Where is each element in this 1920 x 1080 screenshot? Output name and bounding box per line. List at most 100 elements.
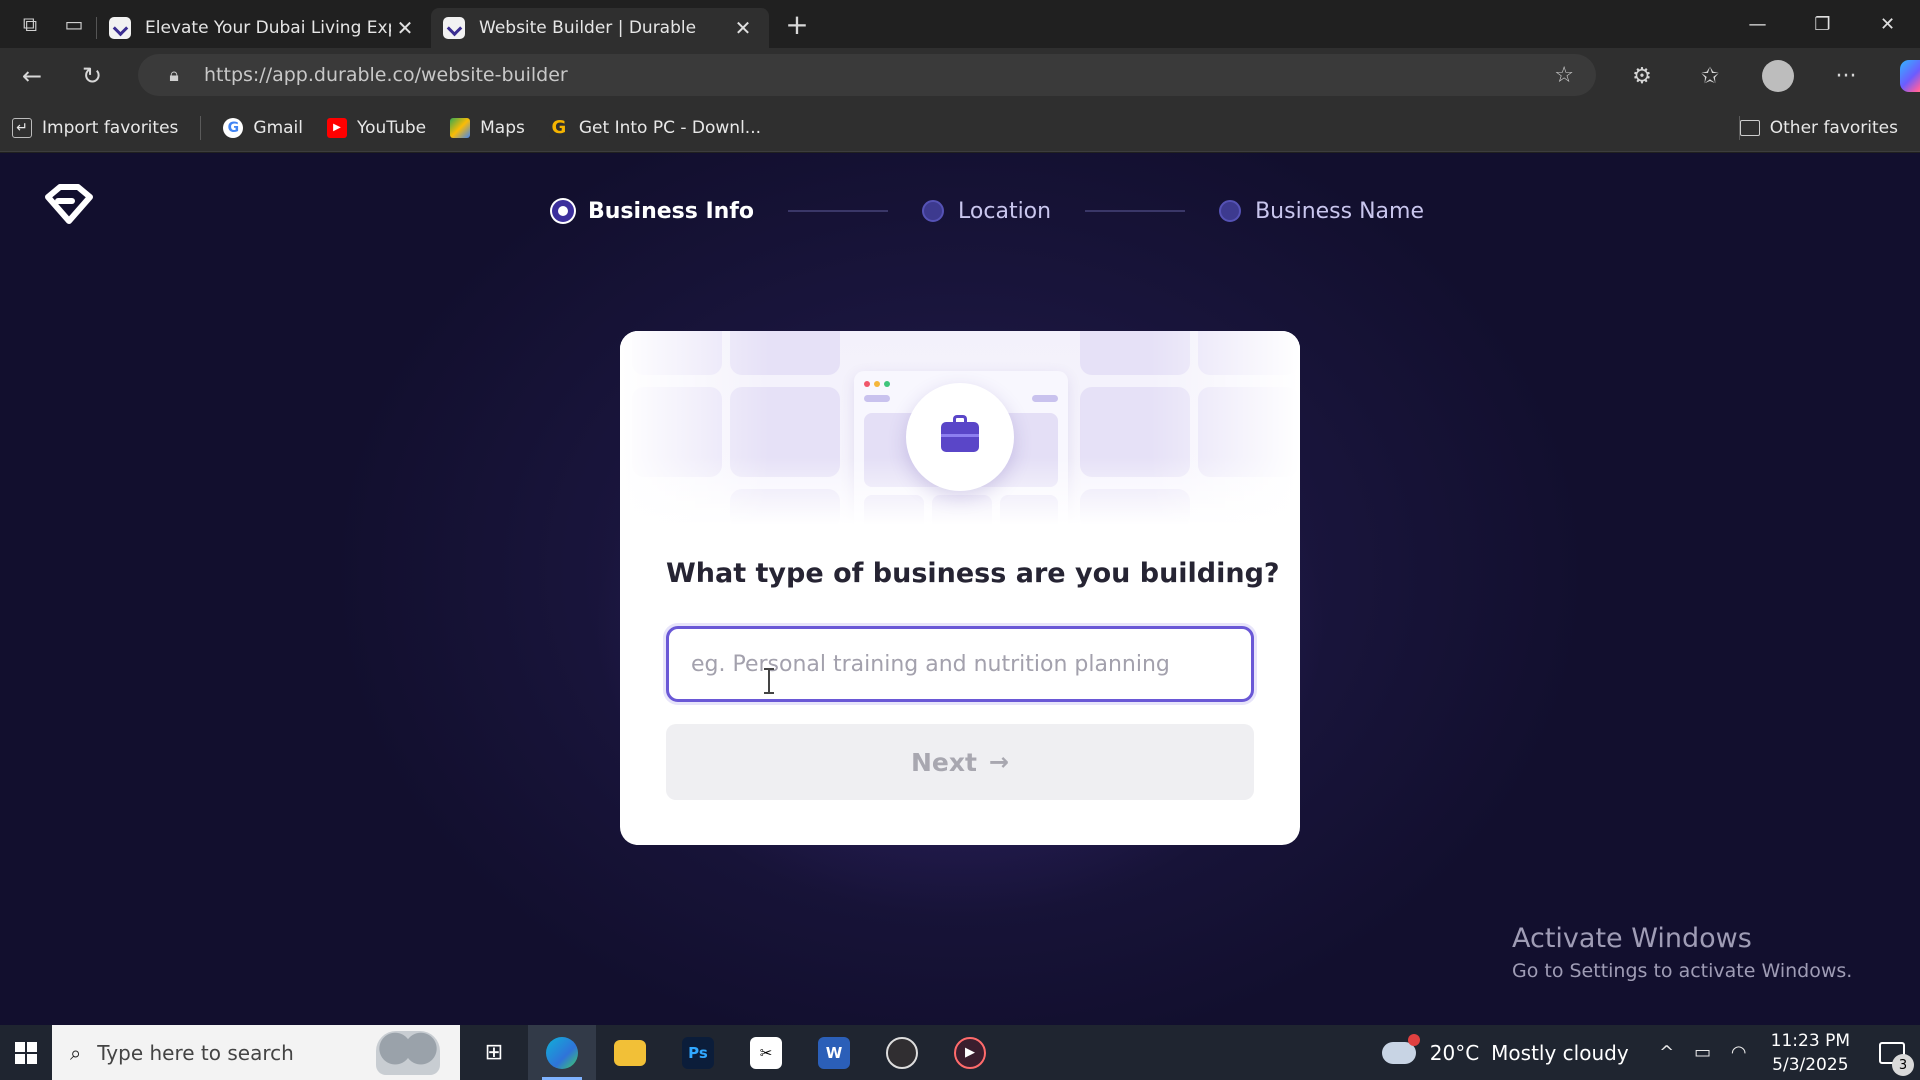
business-type-input[interactable] [666, 626, 1254, 702]
battery-icon[interactable]: ▭ [1685, 1042, 1721, 1063]
bookmarks-bar: ↵ Import favorites G Gmail ▶ YouTube Map… [0, 104, 1920, 152]
tab-dubai-living[interactable]: Elevate Your Dubai Living Experie ✕ [97, 8, 431, 48]
bookmark-get-into-pc[interactable]: G Get Into PC - Downl... [537, 111, 773, 145]
media-player-icon[interactable]: ▶ [936, 1025, 1004, 1080]
briefcase-icon [941, 415, 979, 452]
system-tray: 20°C Mostly cloudy ^ ▭ ◠ 11:23 PM 5/3/20… [1381, 1025, 1920, 1080]
copilot-icon[interactable] [1900, 60, 1920, 92]
clock[interactable]: 11:23 PM 5/3/2025 [1771, 1029, 1850, 1077]
task-view-icon[interactable]: ⊞ [460, 1025, 528, 1080]
chevron-up-icon[interactable]: ^ [1649, 1042, 1685, 1063]
file-explorer-icon[interactable] [596, 1025, 664, 1080]
extensions-icon[interactable]: ⚙ [1608, 64, 1676, 89]
bookmark-maps[interactable]: Maps [438, 111, 537, 145]
text-cursor-icon [764, 668, 774, 694]
google-icon: G [223, 117, 244, 138]
workspaces-icon[interactable]: ⧉ [8, 4, 52, 44]
durable-favicon-icon [109, 17, 131, 39]
bookmark-import-favorites[interactable]: ↵ Import favorites [0, 111, 190, 145]
maps-icon [450, 117, 471, 138]
bookmark-label: YouTube [357, 117, 427, 138]
bookmark-label: Maps [480, 117, 525, 138]
step-dot-pending [1219, 200, 1242, 222]
watermark-subtitle: Go to Settings to activate Windows. [1512, 960, 1853, 982]
step-location: Location [922, 199, 1051, 224]
edge-icon[interactable] [528, 1025, 596, 1080]
tab-close-icon[interactable]: ✕ [729, 16, 757, 40]
next-button[interactable]: Next → [666, 724, 1254, 800]
watermark-title: Activate Windows [1512, 923, 1752, 954]
search-placeholder: Type here to search [97, 1040, 294, 1065]
bookmark-youtube[interactable]: ▶ YouTube [315, 111, 438, 145]
tab-title: Elevate Your Dubai Living Experie [145, 18, 391, 38]
tab-actions-icon[interactable]: ▭ [52, 4, 96, 44]
refresh-icon[interactable]: ↻ [62, 48, 122, 104]
other-favorites[interactable]: Other favorites [1728, 111, 1910, 145]
step-dot-active [552, 200, 574, 222]
bookmark-gmail[interactable]: G Gmail [211, 111, 315, 145]
step-dot-pending [922, 200, 945, 222]
bookmark-separator [200, 115, 202, 140]
notifications-button[interactable]: 3 [1864, 1025, 1920, 1080]
url-path: /website-builder [414, 64, 568, 86]
lock-icon[interactable]: 🔒︎ [152, 65, 196, 86]
address-field[interactable]: 🔒︎ https://app.durable.co/website-builde… [138, 54, 1596, 96]
tab-close-icon[interactable]: ✕ [391, 16, 419, 40]
favorites-icon[interactable]: ✩ [1676, 64, 1744, 89]
url-text: https://app.durable.co/website-builder [204, 64, 568, 86]
start-button[interactable] [0, 1025, 52, 1080]
durable-logo-icon[interactable] [42, 183, 96, 227]
clock-date: 5/3/2025 [1772, 1054, 1849, 1075]
import-icon: ↵ [12, 117, 32, 138]
windows-logo-icon [15, 1041, 37, 1064]
weather-widget[interactable]: 20°C Mostly cloudy [1381, 1033, 1629, 1065]
notification-count-badge: 3 [1892, 1054, 1914, 1076]
wifi-icon[interactable]: ◠ [1721, 1042, 1757, 1063]
next-label: Next [910, 747, 977, 777]
durable-favicon-icon [443, 17, 465, 39]
tab-title: Website Builder | Durable [479, 18, 697, 38]
url-domain: https://app.durable.co [204, 64, 415, 86]
briefcase-badge [906, 383, 1014, 491]
bookmark-label: Gmail [253, 117, 303, 138]
bookmark-label: Other favorites [1769, 118, 1898, 138]
arrow-right-icon: → [988, 748, 1010, 776]
get-into-pc-icon: G [548, 117, 569, 138]
windows-taskbar: ⌕ Type here to search ⊞ Ps ✂ W ▶ 20°C Mo… [0, 1025, 1920, 1080]
taskbar-search[interactable]: ⌕ Type here to search [52, 1025, 460, 1080]
close-window-icon[interactable]: ✕ [1855, 0, 1920, 48]
illustration-hero [620, 331, 1300, 525]
more-menu-icon[interactable]: ··· [1812, 64, 1880, 89]
activate-windows-watermark: Activate Windows Go to Settings to activ… [1512, 923, 1852, 982]
youtube-icon: ▶ [327, 117, 347, 138]
favorite-star-icon[interactable]: ☆ [1554, 63, 1574, 88]
photoshop-icon[interactable]: Ps [664, 1025, 732, 1080]
obs-icon[interactable] [868, 1025, 936, 1080]
business-type-question: What type of business are you building? [666, 558, 1280, 589]
search-icon: ⌕ [70, 1040, 82, 1065]
folder-icon [1739, 120, 1760, 136]
new-tab-button[interactable]: + [773, 4, 821, 44]
progress-steps: Business Info Location Business Name [552, 195, 1424, 227]
cloud-icon [1381, 1033, 1420, 1064]
weather-desc: Mostly cloudy [1491, 1040, 1629, 1065]
step-label: Business Info [588, 198, 755, 224]
back-icon[interactable]: ← [2, 48, 62, 104]
profile-avatar-icon[interactable] [1762, 60, 1794, 92]
clock-time: 11:23 PM [1770, 1030, 1850, 1051]
step-business-name: Business Name [1219, 199, 1424, 224]
window-controls: — ❐ ✕ [1725, 0, 1920, 48]
capcut-icon[interactable]: ✂ [732, 1025, 800, 1080]
tab-website-builder[interactable]: Website Builder | Durable ✕ [431, 8, 769, 48]
word-icon[interactable]: W [800, 1025, 868, 1080]
browser-tab-bar: ⧉ ▭ Elevate Your Dubai Living Experie ✕ … [0, 0, 1920, 48]
minimize-icon[interactable]: — [1725, 0, 1790, 48]
koala-highlight-icon[interactable] [376, 1031, 440, 1075]
step-label: Business Name [1255, 198, 1425, 224]
restore-icon[interactable]: ❐ [1790, 0, 1855, 48]
step-connector [1085, 210, 1186, 212]
bookmark-label: Get Into PC - Downl... [578, 117, 762, 138]
weather-temp: 20°C [1429, 1040, 1480, 1065]
step-business-info: Business Info [552, 199, 754, 224]
step-label: Location [958, 198, 1052, 224]
